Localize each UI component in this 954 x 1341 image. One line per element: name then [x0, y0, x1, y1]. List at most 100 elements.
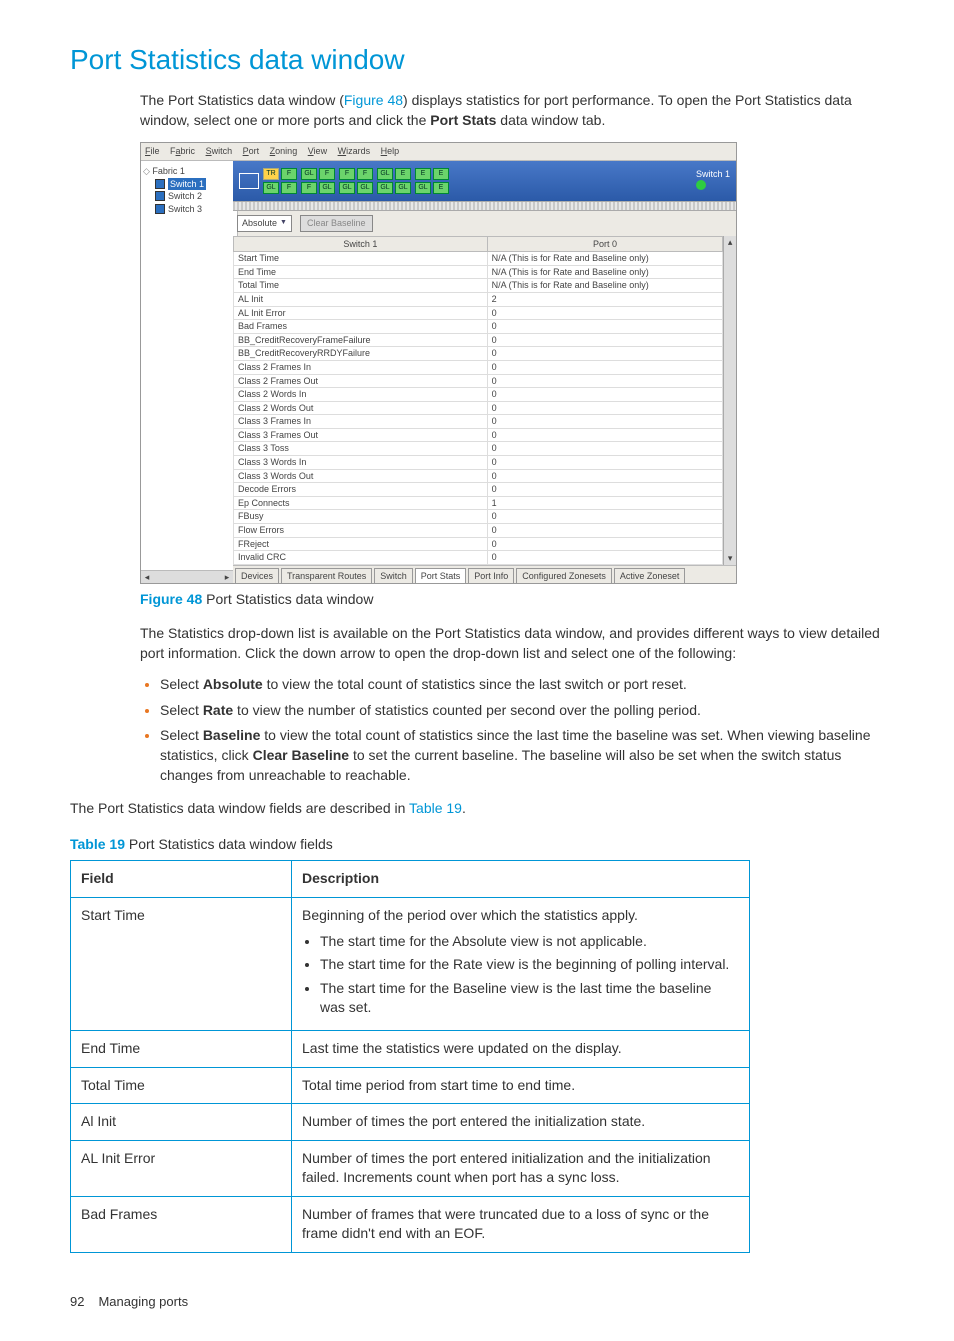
dropdown-value: Absolute [242, 217, 277, 230]
page-title: Port Statistics data window [70, 40, 884, 79]
table-row: End TimeN/A (This is for Rate and Baseli… [234, 265, 723, 279]
menu-zoning[interactable]: Zoning [270, 146, 298, 156]
cell-name: FReject [234, 537, 488, 551]
stats-toolbar: Absolute▼ Clear Baseline [233, 211, 736, 236]
cell-value: N/A (This is for Rate and Baseline only) [487, 279, 723, 293]
port-diagram: TRFGLF GLFFGL FFGLGL GLEGLGL EEGLE Switc… [233, 161, 736, 201]
cell-name: Start Time [234, 252, 488, 266]
tree-item-switch1[interactable]: Switch 1 [155, 178, 235, 191]
list-item: The start time for the Baseline view is … [320, 979, 739, 1018]
col-header: Field [71, 861, 292, 898]
page-footer: 92Managing ports [70, 1293, 884, 1311]
menu-fabric[interactable]: Fabric [170, 146, 195, 156]
tab-active-zoneset[interactable]: Active Zoneset [614, 568, 686, 584]
cell-name: AL Init Error [234, 306, 488, 320]
cell-value: 0 [487, 456, 723, 470]
table-caption-text: Port Statistics data window fields [125, 836, 333, 852]
cell-value: 0 [487, 524, 723, 538]
menu-wizards[interactable]: Wizards [338, 146, 371, 156]
cell-value: 0 [487, 401, 723, 415]
table-row: Class 3 Frames In0 [234, 415, 723, 429]
table-row: FReject0 [234, 537, 723, 551]
cell-name: Class 2 Frames In [234, 360, 488, 374]
tree-scrollbar[interactable]: ◂▸ [141, 570, 233, 583]
col-header[interactable]: Switch 1 [234, 236, 488, 252]
table-row: Al InitNumber of times the port entered … [71, 1104, 750, 1141]
cell-value: 0 [487, 510, 723, 524]
cell-name: Class 3 Toss [234, 442, 488, 456]
cell-name: End Time [234, 265, 488, 279]
text: The Port Statistics data window fields a… [70, 800, 409, 816]
cell-value: 0 [487, 469, 723, 483]
table-row: Class 2 Words Out0 [234, 401, 723, 415]
table-row: Start TimeBeginning of the period over w… [71, 897, 750, 1030]
field-name: Total Time [71, 1067, 292, 1104]
table-row: End TimeLast time the statistics were up… [71, 1030, 750, 1067]
cell-value: 0 [487, 347, 723, 361]
tree-item-label: Switch 1 [168, 178, 206, 191]
scrollbar[interactable]: ▴ ▾ [723, 236, 736, 565]
paragraph: The Port Statistics data window fields a… [70, 799, 884, 819]
table-row: BB_CreditRecoveryRRDYFailure0 [234, 347, 723, 361]
cell-value: 0 [487, 333, 723, 347]
tab-port-info[interactable]: Port Info [468, 568, 514, 584]
tab-port-stats[interactable]: Port Stats [415, 568, 467, 584]
tab-configured-zonesets[interactable]: Configured Zonesets [516, 568, 612, 584]
cell-value: 0 [487, 442, 723, 456]
menu-file[interactable]: File [145, 146, 160, 156]
table-row: Class 2 Words In0 [234, 388, 723, 402]
tab-switch[interactable]: Switch [374, 568, 413, 584]
app-screenshot: File Fabric Switch Port Zoning View Wiza… [140, 142, 737, 584]
stats-table: Switch 1Port 0 Start TimeN/A (This is fo… [233, 236, 723, 565]
cell-value: 0 [487, 428, 723, 442]
table-row: Class 3 Words Out0 [234, 469, 723, 483]
cell-value: 0 [487, 374, 723, 388]
menu-view[interactable]: View [308, 146, 327, 156]
tab-devices[interactable]: Devices [235, 568, 279, 584]
col-header[interactable]: Port 0 [487, 236, 723, 252]
chevron-down-icon: ▼ [280, 218, 287, 228]
cell-name: Class 3 Words Out [234, 469, 488, 483]
field-desc: Number of frames that were truncated due… [292, 1196, 750, 1252]
field-name: Al Init [71, 1104, 292, 1141]
tree-item-switch2[interactable]: Switch 2 [155, 190, 235, 203]
menu-switch[interactable]: Switch [206, 146, 233, 156]
tree-root[interactable]: Fabric 1 [143, 165, 235, 178]
section-name: Managing ports [98, 1294, 188, 1309]
cell-name: FBusy [234, 510, 488, 524]
tree-item-label: Switch 2 [168, 190, 202, 203]
list-item: The start time for the Absolute view is … [320, 932, 739, 952]
cell-value: N/A (This is for Rate and Baseline only) [487, 252, 723, 266]
cell-name: Invalid CRC [234, 551, 488, 565]
tab-transparent-routes[interactable]: Transparent Routes [281, 568, 372, 584]
text: . [462, 800, 466, 816]
clear-baseline-button[interactable]: Clear Baseline [300, 215, 373, 232]
splitter[interactable] [233, 201, 736, 211]
stats-mode-dropdown[interactable]: Absolute▼ [237, 215, 292, 232]
text: to view the total count of statistics si… [263, 676, 687, 692]
figure-link[interactable]: Figure 48 [344, 92, 403, 108]
cell-name: Class 3 Words In [234, 456, 488, 470]
table-link[interactable]: Table 19 [409, 800, 462, 816]
cell-name: BB_CreditRecoveryRRDYFailure [234, 347, 488, 361]
field-desc: Last time the statistics were updated on… [292, 1030, 750, 1067]
table-row: Bad FramesNumber of frames that were tru… [71, 1196, 750, 1252]
switch-name-label: Switch 1 [696, 168, 730, 181]
table-row: Total TimeN/A (This is for Rate and Base… [234, 279, 723, 293]
table-label: Table 19 [70, 836, 125, 852]
tree-item-switch3[interactable]: Switch 3 [155, 203, 235, 216]
status-dot-icon [696, 180, 706, 190]
bold: Baseline [203, 727, 261, 743]
cell-name: Class 3 Frames Out [234, 428, 488, 442]
cell-name: Class 2 Words Out [234, 401, 488, 415]
cell-value: 0 [487, 537, 723, 551]
cell-value: 0 [487, 320, 723, 334]
menu-help[interactable]: Help [381, 146, 400, 156]
cell-name: Class 2 Words In [234, 388, 488, 402]
cell-value: 0 [487, 551, 723, 565]
menu-port[interactable]: Port [243, 146, 260, 156]
table-row: AL Init Error0 [234, 306, 723, 320]
text: Select [160, 702, 203, 718]
list-item: Select Baseline to view the total count … [160, 726, 884, 785]
table-caption: Table 19 Port Statistics data window fie… [70, 835, 884, 855]
